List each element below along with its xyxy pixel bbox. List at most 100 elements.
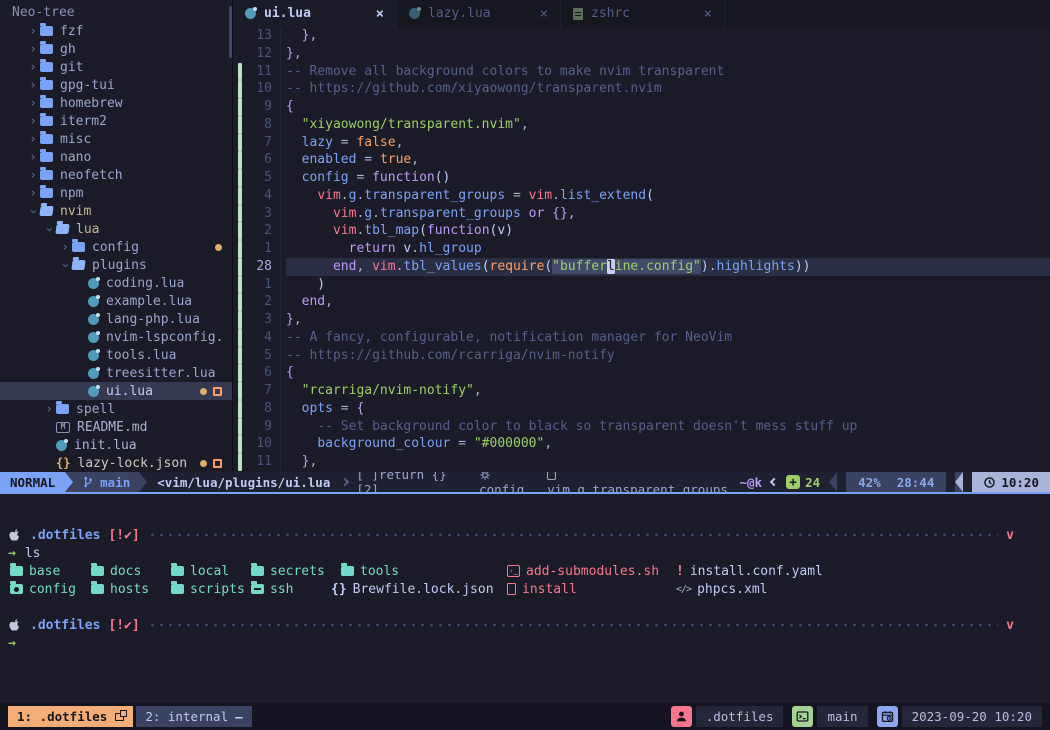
- line-number: 8: [242, 116, 274, 134]
- close-icon[interactable]: ×: [704, 6, 712, 22]
- vi-mode-indicator: v: [1006, 618, 1014, 633]
- tree-item-example.lua[interactable]: example.lua: [0, 292, 232, 310]
- scrollbar[interactable]: [229, 6, 232, 58]
- powerline-separator: [829, 472, 837, 492]
- code-line: 13 },: [233, 27, 1050, 45]
- ls-entry-name: phpcs.xml: [697, 582, 767, 597]
- tab-lazy.lua[interactable]: lazy.lua×: [397, 0, 561, 27]
- tmux-datetime: 2023-09-20 10:20: [902, 706, 1042, 727]
- tree-item-git[interactable]: ›git: [0, 58, 232, 76]
- tree-item-ui.lua[interactable]: ui.lua: [0, 382, 232, 400]
- ls-entry-add-submodules.sh: ›_add-submodules.sh: [507, 562, 659, 580]
- code-text: vim.tbl_map(function(v): [286, 222, 1050, 240]
- tree-item-label: config: [92, 240, 139, 255]
- code-line: 6{: [233, 364, 1050, 382]
- code-text: -- A fancy, configurable, notification m…: [286, 329, 1050, 347]
- code-line: 3},: [233, 311, 1050, 329]
- line-number: 7: [242, 382, 274, 400]
- code-line: 8 opts = {: [233, 400, 1050, 418]
- prompt-path: .dotfiles: [30, 618, 100, 633]
- tree-item-nvim[interactable]: ›nvim: [0, 202, 232, 220]
- tree-item-misc[interactable]: ›misc: [0, 130, 232, 148]
- shell-pane[interactable]: .dotfiles [!✔] v → ls basedocslocalsecre…: [0, 494, 1050, 703]
- tree-item-label: neofetch: [60, 168, 123, 183]
- shell-input-line[interactable]: →: [0, 634, 1050, 652]
- close-icon[interactable]: ×: [376, 6, 384, 22]
- ls-entry-install.conf.yaml: !install.conf.yaml: [676, 562, 823, 580]
- tree-item-fzf[interactable]: ›fzf: [0, 22, 232, 40]
- code-text: end,: [286, 293, 1050, 311]
- shell-command-line[interactable]: → ls: [0, 544, 1050, 562]
- git-branch-segment[interactable]: main: [73, 472, 139, 492]
- tree-item-label: spell: [76, 402, 115, 417]
- statusline: NORMAL main <vim/lua/plugins/ui.lua [ ]r…: [0, 472, 1050, 492]
- ls-entry-name: base: [29, 564, 60, 579]
- tree-item-lua[interactable]: ›lua: [0, 220, 232, 238]
- tree-item-nano[interactable]: ›nano: [0, 148, 232, 166]
- tree-item-coding.lua[interactable]: coding.lua: [0, 274, 232, 292]
- script-icon: ›_: [507, 565, 520, 577]
- tmux-window-2[interactable]: 2: internal –: [136, 706, 251, 727]
- tree-item-homebrew[interactable]: ›homebrew: [0, 94, 232, 112]
- ls-entry-name: install.conf.yaml: [690, 564, 823, 579]
- neotree-panel: Neo-tree ›fzf›gh›git›gpg-tui›homebrew›it…: [0, 0, 233, 472]
- tree-item-plugins[interactable]: ›plugins: [0, 256, 232, 274]
- ls-entry-secrets: secrets: [251, 562, 325, 580]
- tree-item-gpg-tui[interactable]: ›gpg-tui: [0, 76, 232, 94]
- typed-command: ls: [25, 546, 41, 561]
- tab-zshrc[interactable]: zshrc×: [561, 0, 725, 27]
- tree-item-treesitter.lua[interactable]: treesitter.lua: [0, 364, 232, 382]
- gear-icon: [479, 472, 491, 481]
- gutter-separator: [280, 258, 281, 276]
- tree-item-neofetch[interactable]: › neofetch: [0, 166, 232, 184]
- line-number: 10: [242, 435, 274, 453]
- tree-item-label: init.lua: [74, 438, 137, 453]
- text-cursor: l: [607, 259, 615, 274]
- vi-mode-indicator: v: [1006, 528, 1014, 543]
- folder-icon: [56, 404, 69, 414]
- prompt-arrow-icon: →: [8, 636, 16, 651]
- tree-item-lazy-lock.json[interactable]: {}lazy-lock.json: [0, 454, 232, 472]
- gutter-separator: [280, 382, 281, 400]
- user-icon: [671, 706, 692, 727]
- git-status-badges: [215, 244, 232, 251]
- ls-entry-Brewfile.lock.json: {}Brewfile.lock.json: [331, 580, 494, 598]
- code-line: 7 lazy = false,: [233, 134, 1050, 152]
- gutter-separator: [280, 98, 281, 116]
- shell-prompt-line: .dotfiles [!✔] v: [0, 616, 1050, 634]
- apple-icon: [8, 618, 21, 633]
- tree-item-spell[interactable]: ›spell: [0, 400, 232, 418]
- tree-item-label: homebrew: [60, 96, 123, 111]
- tree-item-tools.lua[interactable]: tools.lua: [0, 346, 232, 364]
- code-line: 4 vim.g.transparent_groups = vim.list_ex…: [233, 187, 1050, 205]
- lua-icon: [409, 8, 420, 19]
- code-text: },: [286, 453, 1050, 471]
- chevron-icon: ›: [26, 168, 40, 183]
- ls-entry-base: base: [10, 562, 60, 580]
- statusline-right: ~@k + 24 42% 28:44 10:20: [740, 472, 1050, 492]
- tree-item-label: nvim-lspconfig.: [106, 330, 223, 345]
- folder-icon: [171, 584, 184, 594]
- tab-ui.lua[interactable]: ui.lua×: [233, 0, 397, 27]
- clock-icon: [983, 476, 996, 489]
- tree-item-init.lua[interactable]: init.lua: [0, 436, 232, 454]
- tree-item-gh[interactable]: ›gh: [0, 40, 232, 58]
- tree-item-config[interactable]: ›config: [0, 238, 232, 256]
- tree-item-label: plugins: [92, 258, 147, 273]
- close-icon[interactable]: ×: [540, 6, 548, 22]
- tmux-branch-name: main: [817, 706, 867, 727]
- terminal-screen: Neo-tree ›fzf›gh›git›gpg-tui›homebrew›it…: [0, 0, 1050, 730]
- ls-entry-name: config: [29, 582, 76, 597]
- neotree-title: Neo-tree: [0, 4, 232, 22]
- folder-icon: [40, 62, 53, 72]
- tree-item-npm[interactable]: ›npm: [0, 184, 232, 202]
- tmux-window-1[interactable]: 1: .dotfiles: [8, 706, 133, 727]
- tree-item-iterm2[interactable]: ›iterm2: [0, 112, 232, 130]
- tree-item-README.md[interactable]: MREADME.md: [0, 418, 232, 436]
- tree-item-lang-php.lua[interactable]: lang-php.lua: [0, 310, 232, 328]
- code-area[interactable]: 13 },12},11-- Remove all background colo…: [233, 27, 1050, 472]
- tree-item-nvim-lspconfig.[interactable]: nvim-lspconfig.: [0, 328, 232, 346]
- code-text: },: [286, 311, 1050, 329]
- tree-item-label: coding.lua: [106, 276, 184, 291]
- prompt-path: .dotfiles: [30, 528, 100, 543]
